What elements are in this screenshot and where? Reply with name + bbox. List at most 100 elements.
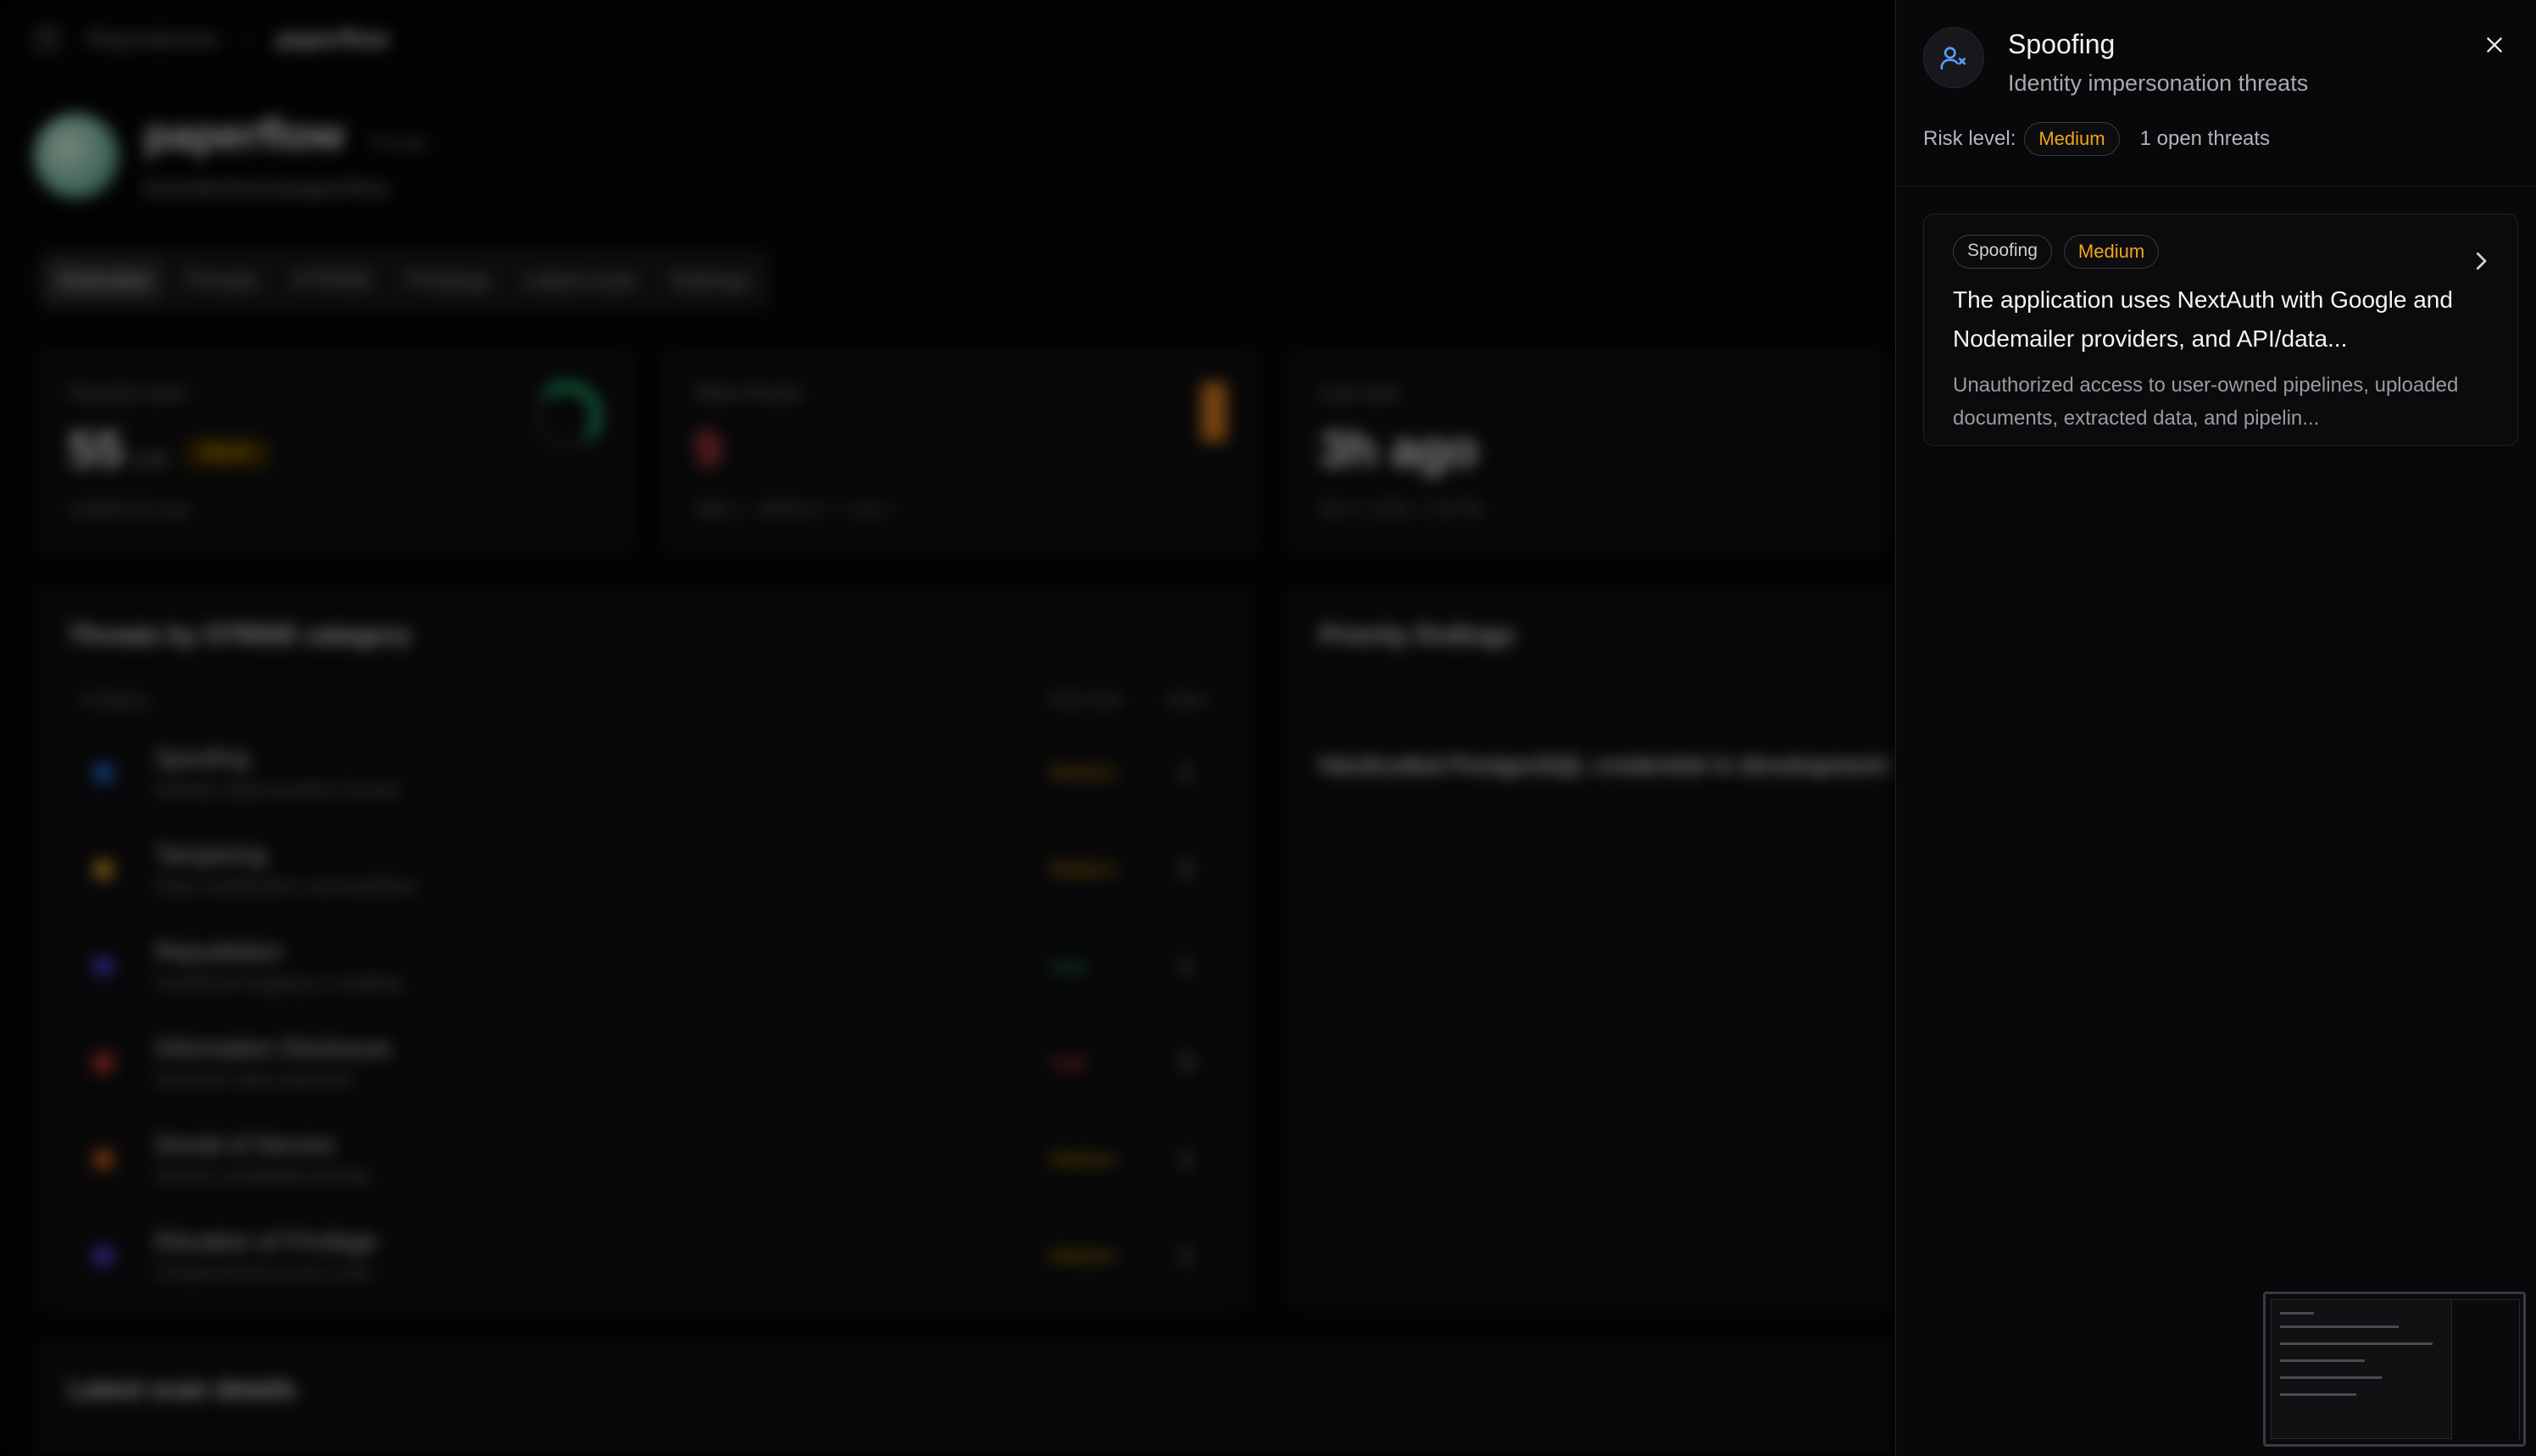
breadcrumb-repositories[interactable]: Repositories <box>86 25 219 53</box>
category-icon <box>94 1149 113 1169</box>
category-desc: Insufficient logging or auditing <box>155 971 402 993</box>
stat-sub: Updated 3h ago <box>69 500 190 519</box>
tab-latest-scan[interactable]: Latest scan <box>510 257 650 303</box>
stat-sub: Mar 5, 2026, 7:30 PM <box>1320 500 1483 519</box>
repo-name: paperflow <box>144 111 345 158</box>
category-sheet: Spoofing Identity impersonation threats … <box>1895 0 2536 1456</box>
category-badge: Spoofing <box>1953 235 2052 269</box>
tab-overview[interactable]: Overview <box>44 257 164 303</box>
open-count: 1 <box>1179 1242 1193 1268</box>
category-name: Denial of Service <box>155 1131 335 1158</box>
sheet-title: Spoofing <box>2008 29 2116 59</box>
risk-level: High <box>1050 1051 1089 1073</box>
score-ring <box>533 382 601 450</box>
risk-level: Medium <box>1050 858 1117 880</box>
thumb-line <box>2280 1342 2433 1345</box>
open-count: 1 <box>1179 953 1193 978</box>
thumb-line <box>2280 1325 2399 1328</box>
top-bar: Repositories › paperflow <box>0 0 1895 78</box>
thumb-line <box>2280 1393 2356 1396</box>
latest-scan-panel: Latest scan details <box>34 1341 1895 1456</box>
repo-slug: branderberto/paperflow <box>144 175 390 201</box>
breadcrumb-separator: › <box>243 25 252 51</box>
card-badges: Spoofing Medium <box>1953 235 2489 269</box>
panel-title: Threats by STRIDE category <box>69 621 411 649</box>
threat-card[interactable]: Spoofing Medium The application uses Nex… <box>1923 214 2518 446</box>
thumb-sheet <box>2451 1300 2519 1440</box>
open-count: 1 <box>1179 1146 1193 1171</box>
screen-thumbnail <box>2263 1292 2526 1447</box>
stride-row[interactable]: Tampering Data modification vulnerabiliti… <box>69 821 1220 918</box>
category-name: Repudiation <box>155 937 282 964</box>
thumbnail-content <box>2271 1299 2520 1440</box>
risk-label: Risk level: <box>1923 127 2016 150</box>
threat-bar-icon <box>1201 382 1226 442</box>
stat-sub: High 1 · Medium 7 · Low 1 <box>694 500 893 519</box>
risk-level: Low <box>1050 954 1085 976</box>
open-threats-count: 1 open threats <box>2139 127 2271 150</box>
category-desc: Service availability threats <box>155 1164 371 1186</box>
stride-table-header: Category Risk level Open <box>81 691 1207 709</box>
risk-level: Medium <box>1050 1148 1117 1170</box>
breadcrumb-current: paperflow <box>276 25 389 52</box>
stride-row[interactable]: Spoofing Identity impersonation threats Me… <box>69 725 1220 821</box>
last-scan-card: Last scan 3h ago Mar 5, 2026, 7:30 PM <box>1285 347 1887 555</box>
thumb-line <box>2280 1359 2365 1362</box>
background-app: Repositories › paperflow paperflow Priva… <box>0 0 1895 1456</box>
thumb-line <box>2280 1376 2382 1379</box>
chevron-right-icon <box>2476 252 2487 270</box>
security-score-card: Security score 55/100 Watch Updated 3h ag… <box>34 347 636 555</box>
tab-findings[interactable]: Findings <box>393 257 503 303</box>
stride-rows: Spoofing Identity impersonation threats Me… <box>69 725 1220 1304</box>
threat-title: The application uses NextAuth with Googl… <box>1953 286 2453 352</box>
stat-label: Security score <box>69 382 187 403</box>
close-icon <box>2487 37 2502 53</box>
severity-badge: Medium <box>2063 235 2160 269</box>
risk-level: Medium <box>1050 1244 1117 1266</box>
category-name: Information Disclosure <box>155 1034 392 1061</box>
priority-findings-panel: Priority findings Hardcoded PostgreSQL c… <box>1285 586 1895 1311</box>
risk-line: Risk level: Medium 1 open threats <box>1923 122 2270 156</box>
stride-panel: Threats by STRIDE category Category Risk… <box>34 586 1254 1311</box>
thumb-line <box>2280 1312 2314 1314</box>
stride-row[interactable]: Denial of Service Service availability th… <box>69 1111 1220 1208</box>
open-threats-card: Open threats 9 High 1 · Medium 7 · Low 1 <box>659 347 1261 555</box>
repo-visibility: Private <box>370 132 429 153</box>
stride-row[interactable]: Information Disclosure Sensitive data exp… <box>69 1014 1220 1111</box>
category-icon <box>94 763 113 782</box>
user-x-icon <box>1923 27 1984 88</box>
category-desc: Unauthorized access risks <box>155 1261 373 1283</box>
sidebar-toggle-icon[interactable] <box>34 25 61 53</box>
category-name: Elevation of Privilege <box>155 1227 377 1254</box>
stat-label: Open threats <box>694 382 803 403</box>
repo-avatar <box>34 114 119 198</box>
tab-threats[interactable]: Threats <box>170 257 271 303</box>
panel-title: Latest scan details <box>69 1375 297 1403</box>
category-name: Tampering <box>155 841 266 868</box>
stat-label: Last scan <box>1320 382 1400 403</box>
tab-settings[interactable]: Settings <box>657 257 764 303</box>
tab-stride[interactable]: STRIDE <box>279 257 387 303</box>
open-count: 1 <box>1179 759 1193 785</box>
stat-value: 3h ago <box>1320 422 1478 477</box>
category-desc: Identity impersonation threats <box>155 778 400 800</box>
category-icon <box>94 956 113 975</box>
threat-description: Unauthorized access to user-owned pipeli… <box>1953 374 2459 430</box>
category-desc: Data modification vulnerabilities <box>155 875 418 897</box>
category-icon <box>94 859 113 879</box>
category-icon <box>94 1246 113 1265</box>
open-count: 3 <box>1179 1049 1193 1075</box>
stride-row[interactable]: Repudiation Insufficient logging or audit… <box>69 918 1220 1014</box>
priority-finding-title[interactable]: Hardcoded PostgreSQL credential in devel… <box>1320 752 1895 779</box>
category-name: Spoofing <box>155 744 249 771</box>
close-button[interactable] <box>2475 25 2514 64</box>
category-desc: Sensitive data exposure <box>155 1068 354 1090</box>
sheet-header: Spoofing Identity impersonation threats <box>1923 27 2508 97</box>
stat-value: 9 <box>694 422 722 477</box>
category-icon <box>94 1053 113 1072</box>
repo-header: paperflow Private branderberto/paperflow <box>34 110 428 202</box>
risk-badge: Medium <box>2024 122 2120 156</box>
stride-row[interactable]: Elevation of Privilege Unauthorized acces… <box>69 1208 1220 1304</box>
open-count: 2 <box>1179 856 1193 881</box>
stat-value: 55/100 Watch <box>69 421 601 478</box>
